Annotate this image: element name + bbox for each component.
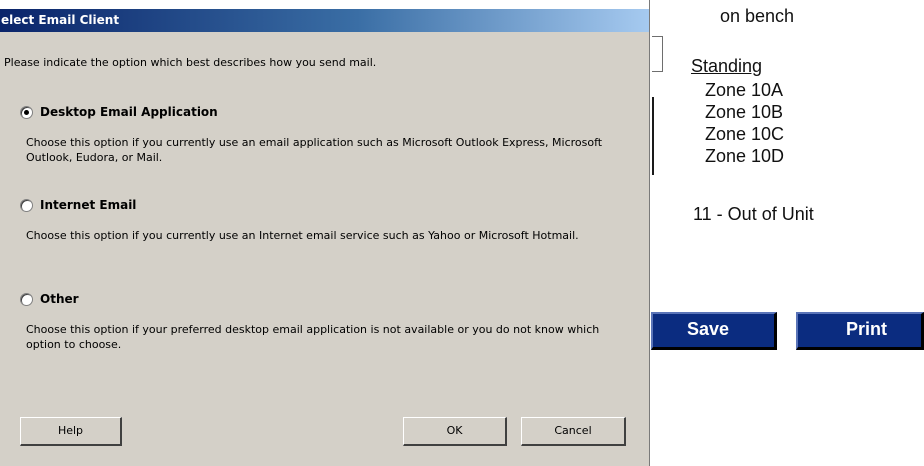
select-email-client-dialog: elect Email Client Please indicate the o… xyxy=(0,0,650,466)
radio-other[interactable] xyxy=(20,292,33,306)
on-bench-text: on bench xyxy=(720,6,795,26)
option-other[interactable]: Other Choose this option if your preferr… xyxy=(20,291,616,352)
option-desktop-email[interactable]: Desktop Email Application Choose this op… xyxy=(20,104,616,165)
zone-list: Zone 10A Zone 10B Zone 10C Zone 10D xyxy=(705,79,784,167)
dialog-instruction: Please indicate the option which best de… xyxy=(4,56,377,69)
print-button[interactable]: Print xyxy=(796,312,924,350)
option-internet-email[interactable]: Internet Email Choose this option if you… xyxy=(20,197,616,243)
dialog-title-bar[interactable]: elect Email Client xyxy=(0,9,649,32)
screen: on bench Standing Zone 10A Zone 10B Zone… xyxy=(0,0,924,466)
option-label[interactable]: Internet Email xyxy=(40,198,136,212)
radio-internet-email[interactable] xyxy=(20,198,33,212)
zone-item: Zone 10C xyxy=(705,124,785,144)
option-description: Choose this option if you currently use … xyxy=(26,229,579,242)
zone-item: Zone 10D xyxy=(705,146,785,166)
option-label[interactable]: Other xyxy=(40,292,79,306)
option-description: Choose this option if your preferred des… xyxy=(26,323,600,351)
option-description: Choose this option if you currently use … xyxy=(26,136,603,164)
option-label[interactable]: Desktop Email Application xyxy=(40,105,218,119)
zone-item: Zone 10B xyxy=(705,102,784,122)
vertical-divider xyxy=(652,97,654,175)
cancel-button[interactable]: Cancel xyxy=(521,417,626,446)
save-button[interactable]: Save xyxy=(651,312,777,350)
help-button[interactable]: Help xyxy=(20,417,122,446)
out-of-unit-text: 11 - Out of Unit xyxy=(693,204,814,224)
ok-button[interactable]: OK xyxy=(403,417,507,446)
zone-item: Zone 10A xyxy=(705,80,784,100)
title-bar-gap xyxy=(0,0,649,9)
standing-heading: Standing xyxy=(691,56,763,76)
radio-desktop-email[interactable] xyxy=(20,105,33,119)
partial-input-field[interactable] xyxy=(652,36,663,72)
